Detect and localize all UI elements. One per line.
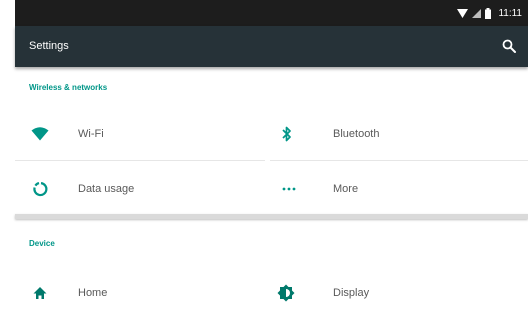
search-button[interactable] <box>500 37 518 55</box>
section-separator <box>15 214 528 219</box>
search-icon <box>502 39 516 53</box>
page-title: Settings <box>29 40 69 52</box>
bluetooth-icon <box>277 124 297 144</box>
data-usage-icon <box>30 179 50 199</box>
display-brightness-icon <box>276 283 296 303</box>
settings-item-label: Home <box>78 287 108 299</box>
more-icon <box>279 179 299 199</box>
wifi-icon <box>30 124 50 144</box>
section-header-device: Device <box>29 239 55 248</box>
settings-item-label: Wi-Fi <box>78 128 104 140</box>
row-divider <box>270 160 528 161</box>
home-icon <box>30 283 50 303</box>
settings-item-bluetooth[interactable]: Bluetooth <box>270 108 528 160</box>
status-icons: 11:11 <box>457 5 522 21</box>
cell-signal-icon <box>472 8 482 18</box>
settings-item-label: Bluetooth <box>333 128 380 140</box>
settings-item-data-usage[interactable]: Data usage <box>15 163 267 215</box>
row-divider <box>15 160 265 161</box>
settings-item-label: More <box>333 183 359 195</box>
status-time: 11:11 <box>498 7 522 19</box>
section-header-wireless: Wireless & networks <box>29 83 108 92</box>
settings-item-home[interactable]: Home <box>15 267 267 319</box>
wifi-signal-icon <box>457 8 469 18</box>
status-bar: 11:11 <box>15 0 528 26</box>
app-bar: Settings <box>15 26 528 67</box>
settings-item-more[interactable]: More <box>270 163 528 215</box>
battery-icon <box>485 7 492 19</box>
settings-item-display[interactable]: Display <box>270 267 528 319</box>
settings-item-label: Data usage <box>78 183 135 195</box>
settings-item-wifi[interactable]: Wi-Fi <box>15 108 267 160</box>
settings-item-label: Display <box>333 287 370 299</box>
